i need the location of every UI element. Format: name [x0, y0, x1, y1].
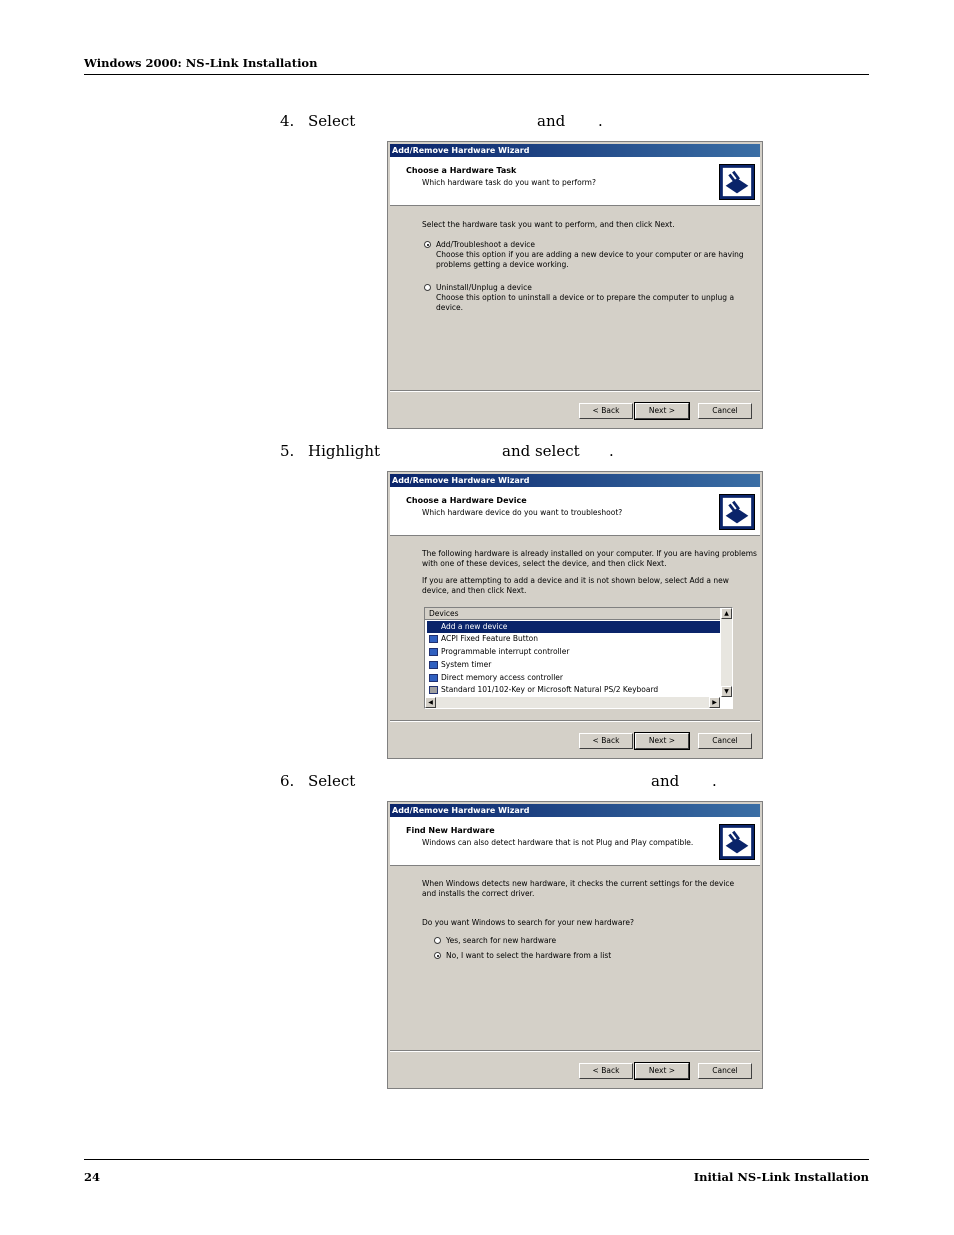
dialog-heading: Find New Hardware — [406, 826, 495, 835]
scroll-up-icon[interactable]: ▲ — [721, 608, 732, 619]
dialog-subheading: Windows can also detect hardware that is… — [422, 838, 694, 847]
next-button[interactable]: Next > — [634, 1062, 690, 1080]
radio-add-troubleshoot[interactable] — [424, 241, 431, 248]
dialog-separator — [390, 720, 760, 722]
step-end: . — [598, 112, 603, 130]
footer-title: Initial NS-Link Installation — [693, 1170, 869, 1184]
list-item-label: ACPI Fixed Feature Button — [441, 634, 539, 643]
dialog-titlebar: Add/Remove Hardware Wizard — [390, 804, 760, 817]
cancel-button[interactable]: Cancel — [698, 403, 752, 419]
list-item-label: Add a new device — [441, 622, 508, 631]
list-item-label: Programmable interrupt controller — [441, 647, 570, 656]
option-description: Choose this option to uninstall a device… — [436, 293, 735, 312]
devices-column-header[interactable]: Devices — [425, 608, 720, 620]
radio-uninstall-unplug[interactable] — [424, 284, 431, 291]
step-connector: and — [537, 112, 566, 130]
list-item-label: System timer — [441, 660, 492, 669]
list-item-label: Standard 101/102-Key or Microsoft Natura… — [441, 685, 659, 694]
dialog-subheading: Which hardware device do you want to tro… — [422, 508, 623, 517]
intro-paragraph: When Windows detects new hardware, it ch… — [422, 879, 735, 898]
list-item-label: Direct memory access controller — [441, 673, 563, 682]
list-item[interactable]: Direct memory access controller — [427, 672, 720, 684]
step-number: 5. — [280, 442, 295, 460]
computer-device-icon — [429, 635, 438, 643]
dialog-separator — [390, 1050, 760, 1052]
hardware-wizard-icon — [719, 824, 755, 860]
list-item[interactable]: Programmable interrupt controller — [427, 646, 720, 658]
step-number: 6. — [280, 772, 295, 790]
page-footer: 24 Initial NS-Link Installation — [84, 1159, 869, 1184]
list-item[interactable]: Standard 101/102-Key or Microsoft Natura… — [427, 684, 720, 696]
back-button[interactable]: < Back — [579, 733, 633, 749]
computer-device-icon — [429, 661, 438, 669]
keyboard-icon — [429, 686, 438, 694]
prompt-text: Select the hardware task you want to per… — [422, 220, 675, 229]
page-number: 24 — [84, 1170, 101, 1184]
list-item-add-new-device[interactable]: Add a new device — [427, 621, 720, 633]
computer-device-icon — [429, 674, 438, 682]
option-description: Choose this option if you are adding a n… — [436, 250, 744, 269]
step-end: . — [712, 772, 717, 790]
dialog-body: Select the hardware task you want to per… — [390, 206, 760, 392]
next-button[interactable]: Next > — [634, 732, 690, 750]
cancel-button[interactable]: Cancel — [698, 1063, 752, 1079]
dialog-banner: Choose a Hardware Device Which hardware … — [390, 487, 760, 536]
option-label: Uninstall/Unplug a device — [436, 283, 532, 292]
wizard-dialog-hardware-device: Add/Remove Hardware Wizard Choose a Hard… — [387, 471, 763, 759]
devices-listbox[interactable]: Devices Add a new device ACPI Fixed Feat… — [424, 607, 733, 709]
next-button[interactable]: Next > — [634, 402, 690, 420]
wizard-dialog-hardware-task: Add/Remove Hardware Wizard Choose a Hard… — [387, 141, 763, 429]
dialog-subheading: Which hardware task do you want to perfo… — [422, 178, 596, 187]
dialog-heading: Choose a Hardware Task — [406, 166, 517, 175]
list-item[interactable]: System timer — [427, 659, 720, 671]
scroll-down-icon[interactable]: ▼ — [721, 686, 732, 697]
wizard-dialog-find-new-hardware: Add/Remove Hardware Wizard Find New Hard… — [387, 801, 763, 1089]
dialog-separator — [390, 390, 760, 392]
option-label: Yes, search for new hardware — [446, 936, 557, 945]
step-connector: and — [651, 772, 680, 790]
radio-no-select-from-list[interactable] — [434, 952, 441, 959]
cancel-button[interactable]: Cancel — [698, 733, 752, 749]
hardware-wizard-icon — [719, 494, 755, 530]
scroll-right-icon[interactable]: ▶ — [709, 697, 720, 708]
scroll-left-icon[interactable]: ◀ — [425, 697, 436, 708]
dialog-titlebar: Add/Remove Hardware Wizard — [390, 474, 760, 487]
dialog-heading: Choose a Hardware Device — [406, 496, 527, 505]
computer-device-icon — [429, 648, 438, 656]
back-button[interactable]: < Back — [579, 1063, 633, 1079]
step-number: 4. — [280, 112, 295, 130]
vertical-scrollbar[interactable]: ▲ ▼ — [721, 608, 732, 697]
page-header-title: Windows 2000: NS-Link Installation — [84, 56, 318, 70]
list-item[interactable]: ACPI Fixed Feature Button — [427, 633, 720, 645]
back-button[interactable]: < Back — [579, 403, 633, 419]
dialog-body: When Windows detects new hardware, it ch… — [390, 866, 760, 1052]
step-end: . — [609, 442, 614, 460]
dialog-banner: Choose a Hardware Task Which hardware ta… — [390, 157, 760, 206]
option-label: Add/Troubleshoot a device — [436, 240, 536, 249]
add-device-paragraph: If you are attempting to add a device an… — [422, 576, 729, 595]
dialog-titlebar: Add/Remove Hardware Wizard — [390, 144, 760, 157]
dialog-body: The following hardware is already instal… — [390, 536, 760, 722]
search-question: Do you want Windows to search for your n… — [422, 918, 634, 927]
intro-paragraph: The following hardware is already instal… — [422, 549, 757, 568]
radio-yes-search[interactable] — [434, 937, 441, 944]
page-header: Windows 2000: NS-Link Installation — [84, 56, 869, 75]
hardware-wizard-icon — [719, 164, 755, 200]
step-connector: and select — [502, 442, 580, 460]
option-label: No, I want to select the hardware from a… — [446, 951, 612, 960]
horizontal-scrollbar[interactable]: ◀ ▶ — [425, 697, 720, 708]
step-verb: Select — [308, 772, 356, 790]
step-verb: Select — [308, 112, 356, 130]
dialog-banner: Find New Hardware Windows can also detec… — [390, 817, 760, 866]
step-verb: Highlight — [308, 442, 381, 460]
